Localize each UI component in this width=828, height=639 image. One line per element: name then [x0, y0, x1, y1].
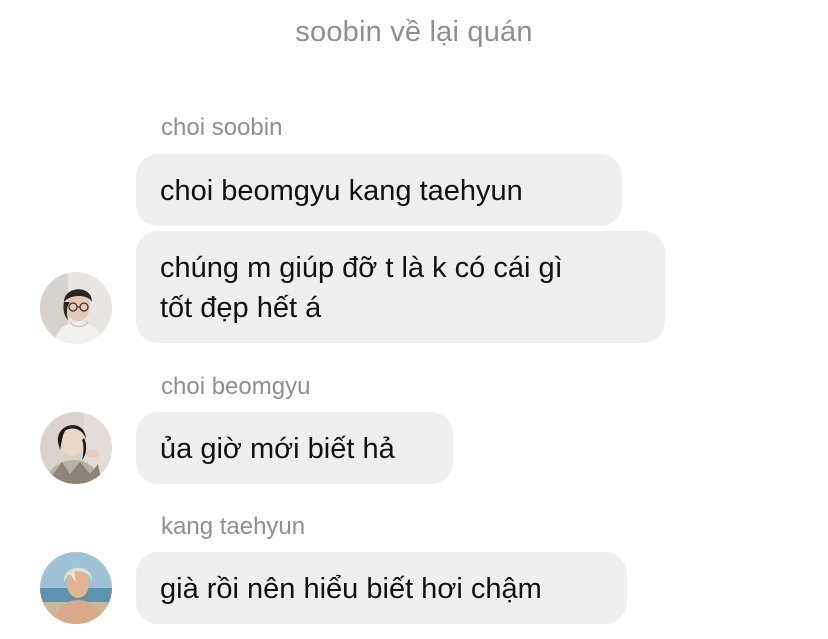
- message-text: choi beomgyu kang taehyun: [160, 175, 523, 207]
- message-text: già rồi nên hiểu biết hơi chậm: [160, 573, 542, 605]
- avatar-kang-taehyun[interactable]: [40, 552, 112, 624]
- message-bubble[interactable]: ủa giờ mới biết hả: [136, 412, 453, 484]
- chat-title: soobin về lại quán: [295, 16, 533, 48]
- avatar-photo: [40, 272, 112, 344]
- sender-name: choi beomgyu: [161, 373, 311, 400]
- message-bubble[interactable]: choi beomgyu kang taehyun: [136, 154, 622, 226]
- avatar-choi-soobin[interactable]: [40, 272, 112, 344]
- message-text: ủa giờ mới biết hả: [160, 433, 395, 465]
- sender-name: choi soobin: [161, 114, 283, 141]
- message-text: tốt đẹp hết á: [160, 292, 322, 324]
- avatar-photo: [40, 412, 112, 484]
- message-text: chúng m giúp đỡ t là k có cái gì: [160, 252, 563, 284]
- avatar-choi-beomgyu[interactable]: [40, 412, 112, 484]
- message-bubble[interactable]: già rồi nên hiểu biết hơi chậm: [136, 552, 627, 624]
- message-bubble[interactable]: chúng m giúp đỡ t là k có cái gì tốt đẹp…: [136, 231, 665, 343]
- avatar-photo: [40, 552, 112, 624]
- sender-name: kang taehyun: [161, 513, 306, 540]
